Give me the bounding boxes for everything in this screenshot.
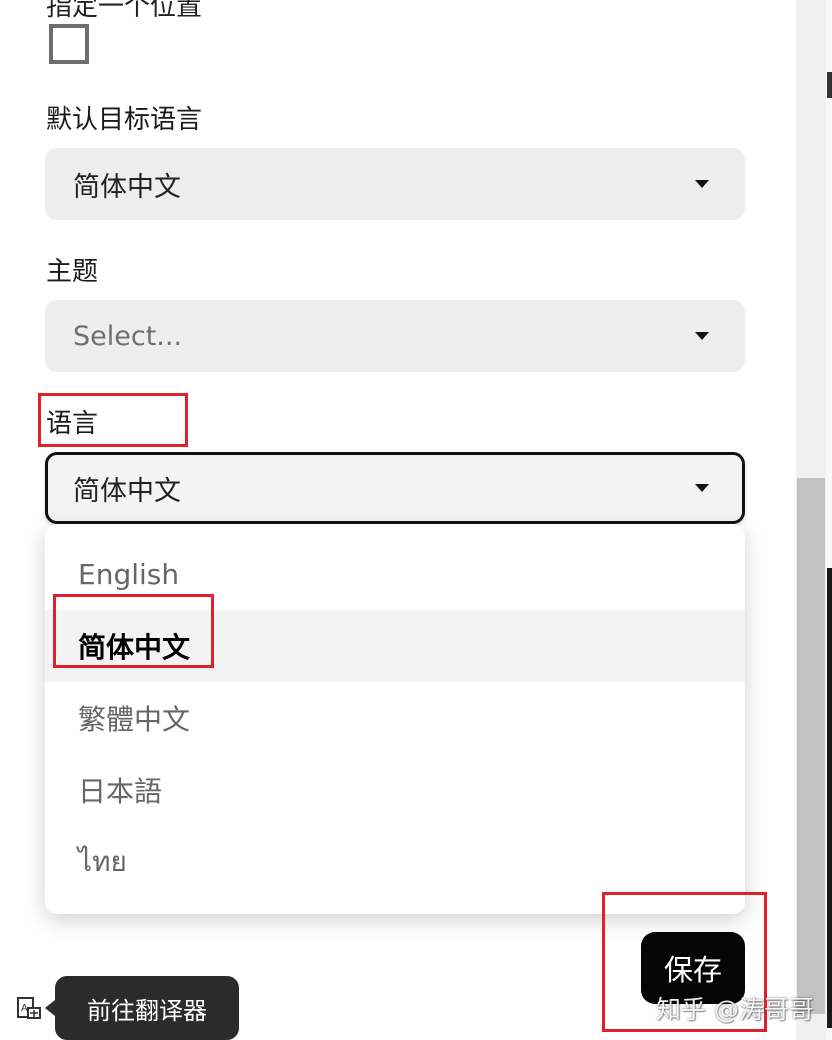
default-target-language-value: 简体中文	[73, 171, 181, 203]
theme-select[interactable]: Select...	[45, 300, 745, 372]
language-label-highlight	[38, 393, 188, 447]
language-dropdown-menu: English 简体中文 繁體中文 日本語 ไทย	[45, 524, 745, 914]
option-checkbox[interactable]	[49, 24, 89, 64]
watermark: 知乎 @涛哥哥	[656, 995, 814, 1024]
edge-panel	[827, 568, 832, 1028]
language-option-japanese[interactable]: 日本語	[45, 754, 745, 826]
caret-down-icon	[695, 332, 709, 340]
translate-icon[interactable]: A	[16, 996, 42, 1022]
svg-text:A: A	[21, 1003, 28, 1014]
theme-placeholder: Select...	[73, 320, 183, 352]
theme-label: 主题	[46, 257, 99, 287]
language-value: 简体中文	[73, 475, 181, 507]
selected-option-highlight	[53, 594, 214, 668]
checkbox-label: 指定一个位置	[46, 0, 203, 22]
go-to-translator-link[interactable]: 前往翻译器	[45, 976, 239, 1040]
language-option-traditional-chinese[interactable]: 繁體中文	[45, 682, 745, 754]
default-target-language-select[interactable]: 简体中文	[45, 148, 745, 220]
language-select[interactable]: 简体中文	[45, 452, 745, 524]
edge-mark	[827, 72, 832, 98]
scrollbar-thumb[interactable]	[797, 478, 825, 1014]
language-option-thai[interactable]: ไทย	[45, 826, 745, 898]
caret-down-icon	[695, 484, 709, 492]
default-target-language-label: 默认目标语言	[46, 105, 203, 135]
caret-down-icon	[695, 180, 709, 188]
